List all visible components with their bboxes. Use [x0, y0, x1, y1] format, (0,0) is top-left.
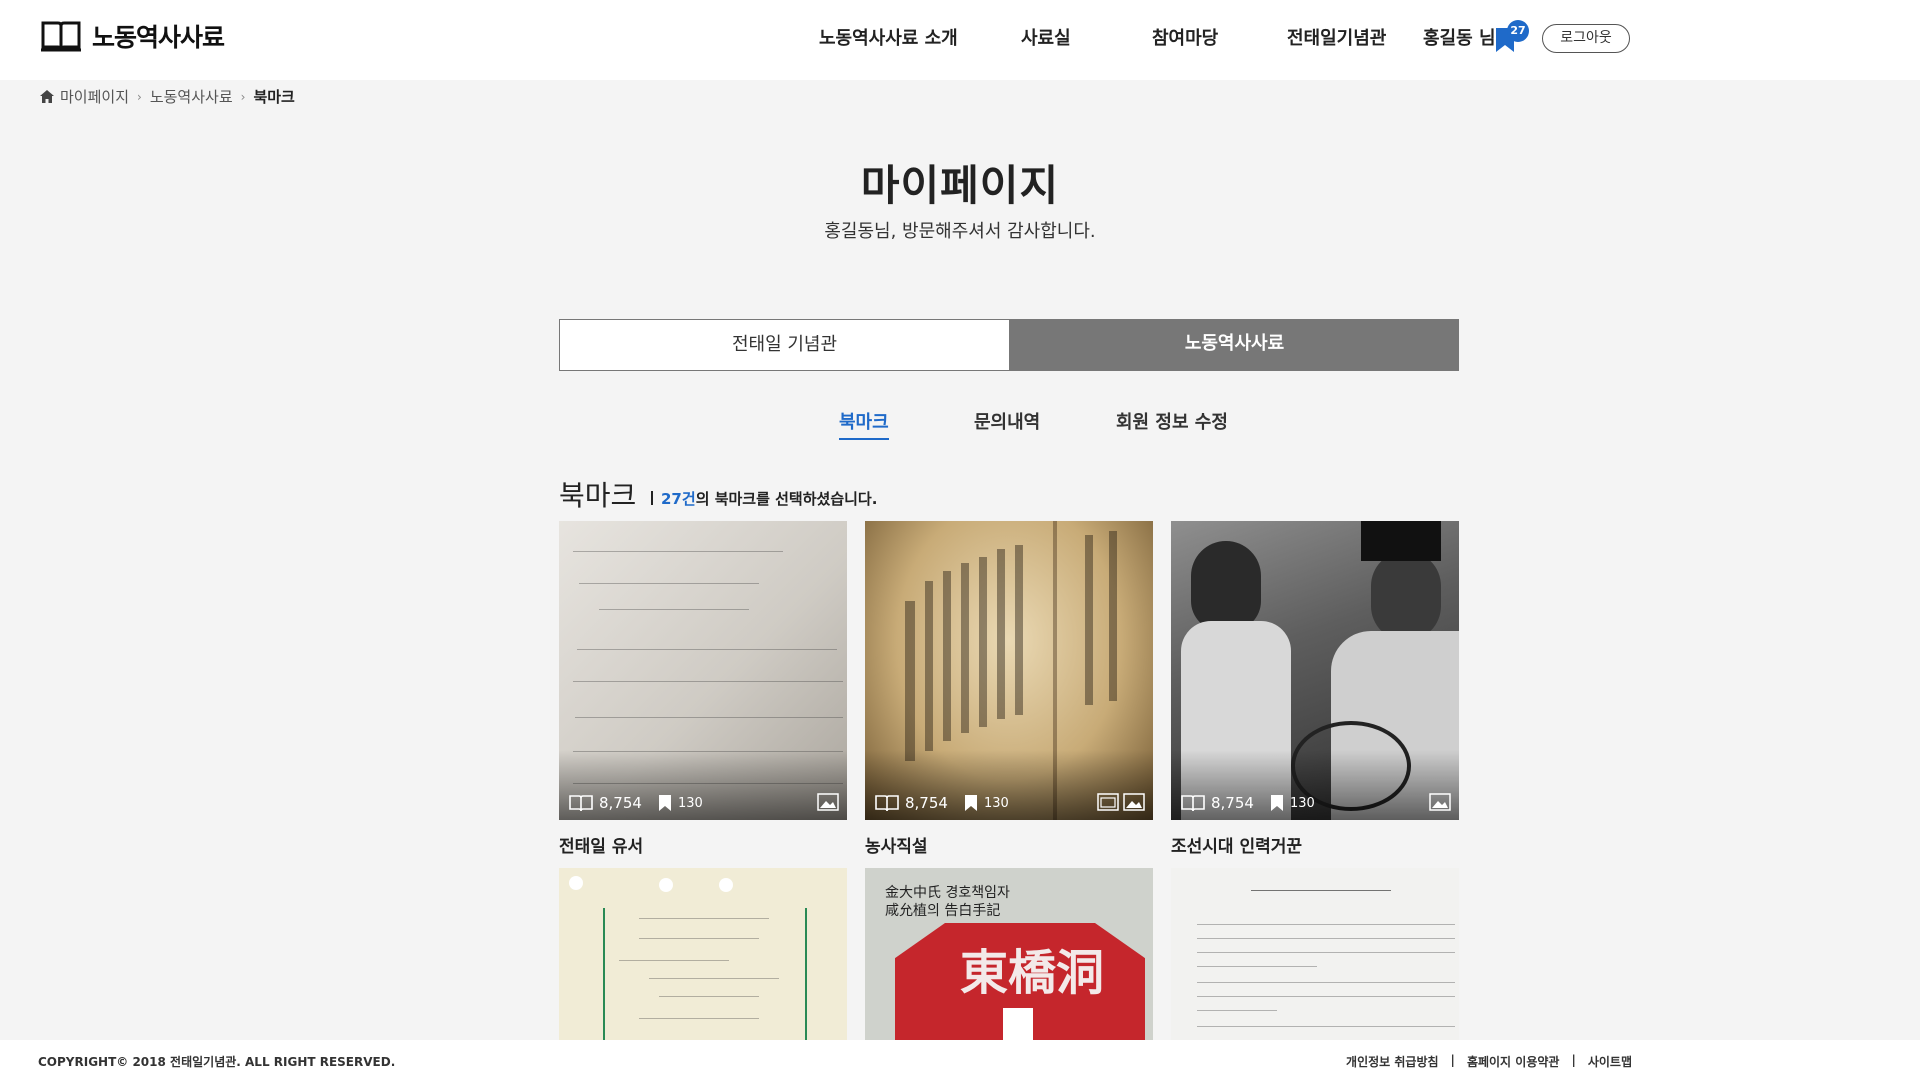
- home-icon[interactable]: [40, 90, 54, 103]
- image-icon: [1429, 793, 1451, 811]
- site-footer: COPYRIGHT© 2018 전태일기념관. ALL RIGHT RESERV…: [0, 1040, 1920, 1080]
- image-icon: [1123, 793, 1145, 811]
- logout-button[interactable]: 로그아웃: [1542, 24, 1630, 53]
- card-title[interactable]: 전태일 유서: [559, 832, 847, 857]
- subtab-inquiry[interactable]: 문의내역: [974, 408, 1040, 434]
- breadcrumb-item-current: 북마크: [253, 88, 295, 106]
- subtab-bookmark[interactable]: 북마크: [839, 408, 889, 440]
- card-stats: 8,754 130: [1181, 794, 1315, 812]
- bookmark-count: 130: [983, 795, 1009, 811]
- tab-memorial[interactable]: 전태일 기념관: [559, 319, 1010, 371]
- nav-item-participation[interactable]: 참여마당: [1152, 24, 1218, 50]
- card-thumbnail[interactable]: [1171, 868, 1459, 1040]
- book-view-icon: [1181, 795, 1205, 812]
- breadcrumb: 마이페이지 › 노동역사사료 › 북마크: [40, 86, 295, 107]
- main-tabs: 전태일 기념관 노동역사사료: [559, 319, 1459, 371]
- nav-item-intro[interactable]: 노동역사사료 소개: [819, 24, 958, 50]
- view-count: 8,754: [1211, 794, 1254, 812]
- card-title[interactable]: 조선시대 인력거꾼: [1171, 832, 1459, 857]
- book-view-icon: [875, 795, 899, 812]
- card-thumbnail[interactable]: 金大中氏 경호책임자 咸允植의 告白手記 東橋洞: [865, 868, 1153, 1040]
- site-logo[interactable]: 노동역사사료: [40, 18, 225, 54]
- card-stats: 8,754 130: [569, 794, 703, 812]
- section-title: 북마크: [559, 479, 637, 512]
- handwritten-notes-image: [559, 868, 847, 1040]
- bookmark-count: 130: [1289, 795, 1315, 811]
- clipping-headline: 東橋洞: [960, 945, 1105, 1001]
- footer-link-sitemap[interactable]: 사이트맵: [1588, 1053, 1632, 1070]
- nav-item-archive[interactable]: 사료실: [1021, 24, 1071, 50]
- bookmark-icon: [1270, 795, 1283, 811]
- card-title[interactable]: 농사직설: [865, 832, 1153, 857]
- book-logo-icon: [41, 21, 81, 52]
- divider: [651, 491, 653, 505]
- chevron-right-icon: ›: [137, 89, 142, 104]
- footer-links: 개인정보 취급방침 | 홈페이지 이용약관 | 사이트맵: [1346, 1053, 1632, 1070]
- image-icon: [817, 793, 839, 811]
- document-icon: [1097, 793, 1119, 811]
- bookmark-total: 27건: [661, 490, 696, 508]
- site-header: 노동역사사료 노동역사사료 소개 사료실 참여마당 전태일기념관 홍길동 님 2…: [0, 0, 1920, 80]
- bookmark-card[interactable]: [559, 868, 847, 1040]
- breadcrumb-item-archive[interactable]: 노동역사사료: [150, 86, 233, 107]
- page-subtitle: 홍길동님, 방문해주셔서 감사합니다.: [824, 221, 1096, 242]
- card-stats: 8,754 130: [875, 794, 1009, 812]
- card-thumbnail[interactable]: [559, 868, 847, 1040]
- bookmark-count: 130: [677, 795, 703, 811]
- card-thumbnail[interactable]: 8,754 130: [1171, 521, 1459, 820]
- bookmark-icon: [964, 795, 977, 811]
- card-thumbnail[interactable]: 8,754 130: [865, 521, 1153, 820]
- content-type-icons: [1097, 793, 1145, 811]
- typed-document-image: [1171, 868, 1459, 1040]
- logo-text: 노동역사사료: [92, 23, 225, 52]
- breadcrumb-item-mypage[interactable]: 마이페이지: [60, 86, 129, 107]
- section-description-text: 의 북마크를 선택하셨습니다.: [695, 490, 878, 508]
- book-view-icon: [569, 795, 593, 812]
- content-type-icons: [1429, 793, 1451, 811]
- bookmark-card[interactable]: 8,754 130 농사직설: [865, 521, 1153, 857]
- card-thumbnail[interactable]: 8,754 130: [559, 521, 847, 820]
- view-count: 8,754: [905, 794, 948, 812]
- user-name[interactable]: 홍길동 님: [1423, 24, 1496, 50]
- bookmark-count-badge: 27: [1507, 20, 1529, 42]
- newspaper-clipping-image: 金大中氏 경호책임자 咸允植의 告白手記 東橋洞: [865, 868, 1153, 1040]
- subtab-edit-profile[interactable]: 회원 정보 수정: [1116, 408, 1228, 434]
- bookmark-card[interactable]: 8,754 130 전태일 유서: [559, 521, 847, 857]
- page-title: 마이페이지: [860, 161, 1060, 210]
- clipping-text-line2: 咸允植의 告白手記: [885, 903, 1001, 919]
- footer-link-terms[interactable]: 홈페이지 이용약관: [1467, 1053, 1560, 1070]
- content-type-icons: [817, 793, 839, 811]
- divider: |: [1571, 1053, 1576, 1067]
- footer-link-privacy[interactable]: 개인정보 취급방침: [1346, 1053, 1439, 1070]
- bookmark-card[interactable]: 8,754 130 조선시대 인력거꾼: [1171, 521, 1459, 857]
- clipping-text-line1: 金大中氏 경호책임자: [885, 885, 1010, 901]
- chevron-right-icon: ›: [240, 89, 246, 104]
- bookmark-card[interactable]: [1171, 868, 1459, 1040]
- tab-labor-archive[interactable]: 노동역사사료: [1010, 319, 1459, 371]
- bookmark-card[interactable]: 金大中氏 경호책임자 咸允植의 告白手記 東橋洞: [865, 868, 1153, 1040]
- nav-item-memorial[interactable]: 전태일기념관: [1287, 24, 1386, 50]
- copyright: COPYRIGHT© 2018 전태일기념관. ALL RIGHT RESERV…: [38, 1055, 396, 1069]
- section-description: 27건의 북마크를 선택하셨습니다.: [651, 488, 877, 509]
- view-count: 8,754: [599, 794, 642, 812]
- divider: |: [1450, 1053, 1455, 1067]
- bookmark-icon: [658, 795, 671, 811]
